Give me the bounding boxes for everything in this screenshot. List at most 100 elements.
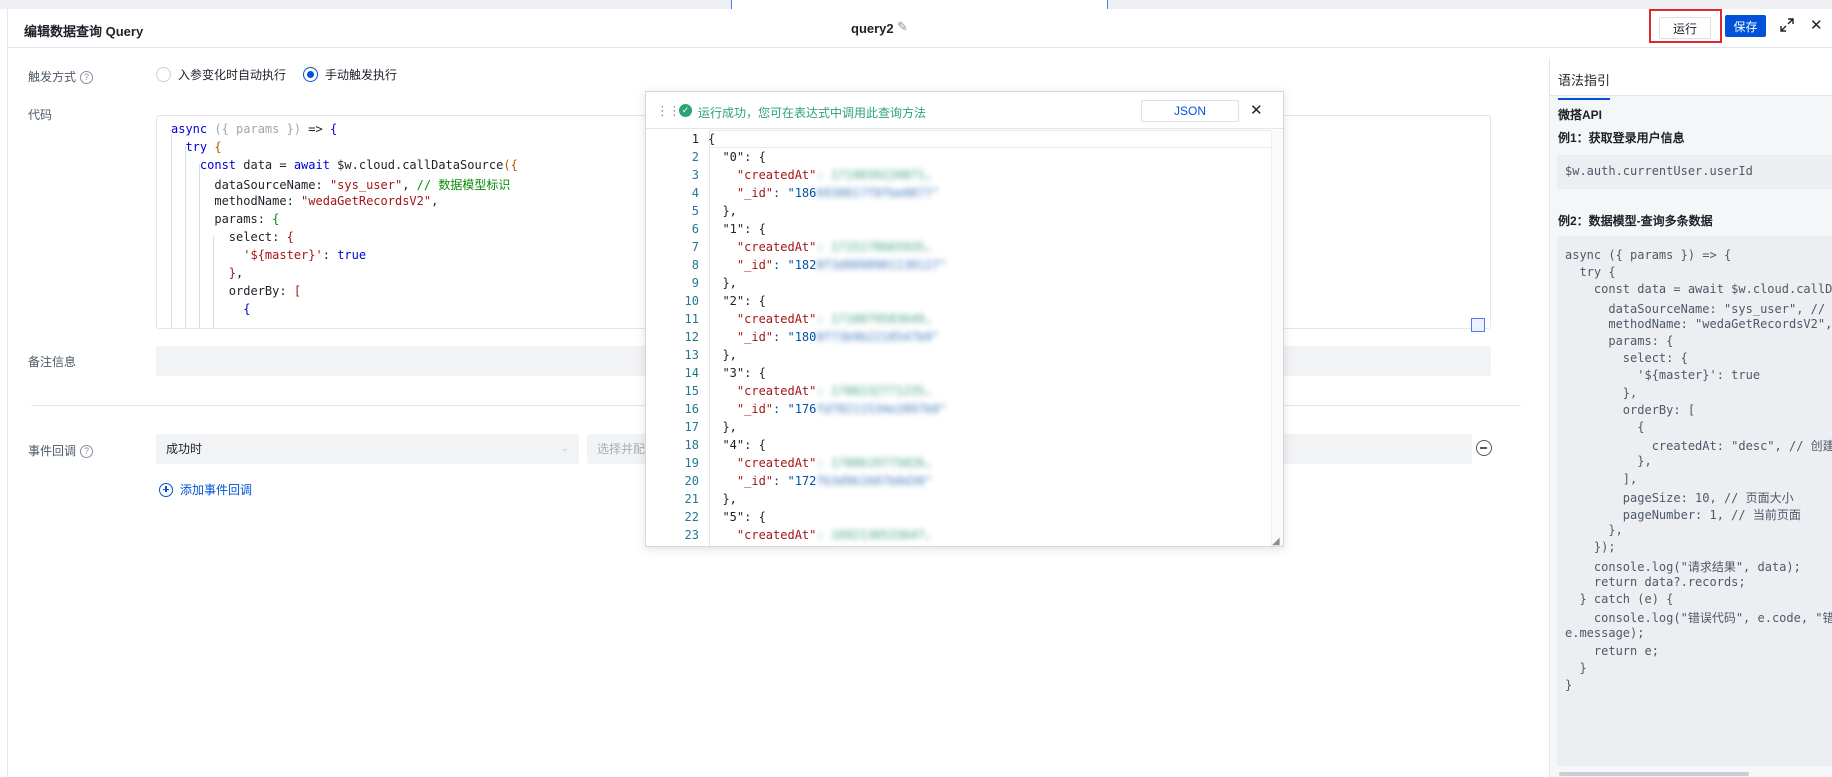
code-line: select: { [171,230,294,244]
json-line: "_id": "172fb3d9b1607b8d30" [708,474,932,492]
json-id-prefix: : "186 [773,186,817,200]
json-value-redacted: : 1708232771235, [816,384,932,398]
json-line: "_id": "1866938817f8fbe0877" [708,186,939,204]
edit-pencil-icon[interactable]: ✎ [897,19,908,35]
resize-grip-icon[interactable]: ◢ [1272,536,1280,547]
example2-code-line: return data?.records; [1565,574,1746,589]
code-line: }, [228,266,244,280]
json-key: "_id" [708,474,774,488]
radio-auto-label: 入参变化时自动执行 [178,68,287,82]
example2-code-line: } catch (e) { [1565,592,1674,606]
json-text: "2": { [708,294,766,308]
json-line: "createdAt": 1708232771235, [708,384,932,402]
close-icon[interactable]: ✕ [1250,101,1263,119]
expand-icon[interactable] [1779,17,1795,33]
json-value-redacted: : 1710879583649, [816,312,932,326]
current-line-highlight [710,130,1271,148]
line-number: 17 [684,420,699,434]
json-line: }, [708,276,736,294]
help-icon[interactable]: ? [80,71,94,84]
line-number: 11 [684,312,699,326]
example2-code-line: select: { [1565,351,1688,366]
line-number: 22 [684,510,699,524]
syntax-guide-panel: 语法指引 微搭API 例1：获取登录用户信息 $w.auth.currentUs… [1549,58,1832,777]
json-line: "3": { [708,366,765,384]
example2-code-line: const data = await $w.cloud.callDa [1565,282,1832,297]
close-icon[interactable]: ✕ [1810,16,1823,34]
line-number: 9 [691,276,699,290]
json-text: }, [708,420,737,434]
fullscreen-icon[interactable] [1471,318,1485,332]
line-number: 2 [691,150,699,164]
json-line: "createdAt": 1700619775026, [708,456,932,474]
line-number: 14 [684,366,699,380]
json-key: "createdAt" [708,384,817,398]
json-value-redacted: 0f73b9b2218547b9" [816,330,940,344]
example2-code-line: params: { [1565,334,1674,348]
line-number: 16 [684,402,699,416]
json-line: }, [708,348,736,366]
result-popup-header: ⋮⋮ ✓ 运行成功，您可在表达式中调用此查询方法 JSON ✕ [646,92,1283,129]
drag-handle-icon[interactable]: ⋮⋮ [656,103,681,119]
event-trigger-value: 成功时 [166,442,203,456]
horizontal-scrollbar[interactable] [1559,772,1749,776]
result-popup: ⋮⋮ ✓ 运行成功，您可在表达式中调用此查询方法 JSON ✕ 12345678… [645,91,1284,547]
add-event-button[interactable]: 添加事件回调 [159,481,252,498]
dialog-header: 编辑数据查询 Query query2 ✎ 运行 保存 ✕ [8,9,1832,48]
code-line: '${master}': true [243,248,367,262]
remove-icon[interactable] [1476,440,1492,456]
dialog-title: 编辑数据查询 Query [24,24,144,39]
radio-dot[interactable] [156,67,171,82]
example2-code-line: { [1565,420,1645,434]
json-text: "4": { [708,438,766,452]
json-value-redacted: 8f3d8898901138127" [816,258,947,272]
remark-label: 备注信息 [28,355,77,369]
radio-dot-selected[interactable] [303,67,318,82]
line-number: 19 [684,456,699,470]
code-line: dataSourceName: "sys_user", // 数据模型标识 [171,178,511,192]
trigger-label: 触发方式? [28,68,94,85]
json-line: }, [708,492,737,510]
radio-manual-label: 手动触发执行 [325,68,398,82]
browser-tab-strip [0,0,1832,9]
json-text: }, [708,492,737,506]
example2-code-line: console.log("错误代码", e.code, "错误 [1565,611,1832,626]
json-line: "createdAt": 1692130533647, [708,528,932,546]
event-label: 事件回调? [28,442,94,459]
code-line: try { [185,140,222,154]
radio-auto-execute[interactable]: 入参变化时自动执行 [156,66,286,83]
line-number: 15 [684,384,699,398]
query-name[interactable]: query2 [851,21,894,36]
example2-code-line: '${master}': true [1565,368,1761,383]
example2-code-line: } [1565,678,1573,692]
save-button[interactable]: 保存 [1725,15,1766,37]
section-title: 微搭API [1558,108,1603,122]
json-key: "createdAt" [708,240,817,254]
active-tab[interactable] [731,0,1108,9]
json-result-editor[interactable]: 1 2 3 4 5 6 7 8 9 10 11 12 13 14 15 16 17 18 19 20 21 22 23 { … [646,130,1271,546]
json-key: "createdAt" [708,528,817,542]
vertical-scrollbar[interactable] [1271,130,1283,546]
json-line: "0": { [708,150,765,168]
json-line: "_id": "176fd78211534e2897b0" [708,402,947,420]
line-number: 13 [684,348,699,362]
json-line: "createdAt": 1715178665935, [708,240,932,258]
radio-manual-execute[interactable]: 手动触发执行 [303,66,397,83]
json-id-prefix: : "182 [773,258,817,272]
line-number: 23 [684,528,699,542]
code-line: const data = await $w.cloud.callDataSour… [199,158,518,172]
json-value-redacted: : 1700619775026, [816,456,932,470]
json-text: "1": { [708,222,766,236]
run-button[interactable]: 运行 [1659,17,1711,39]
json-line: "_id": "1800f73b9b2218547b9" [708,330,939,348]
event-trigger-select[interactable]: 成功时 ⌄ [156,434,579,464]
line-number: 1 [691,132,699,146]
line-number: 12 [684,330,699,344]
json-value-redacted: fb3d9b1607b8d30" [816,474,932,488]
tab-syntax-guide[interactable]: 语法指引 [1550,58,1832,100]
help-icon[interactable]: ? [80,445,94,458]
json-text: "5": { [708,510,766,524]
example1-code-line: $w.auth.currentUser.userId [1565,164,1753,178]
json-value-redacted: : 1692130533647, [816,528,932,542]
json-view-button[interactable]: JSON [1141,100,1239,122]
